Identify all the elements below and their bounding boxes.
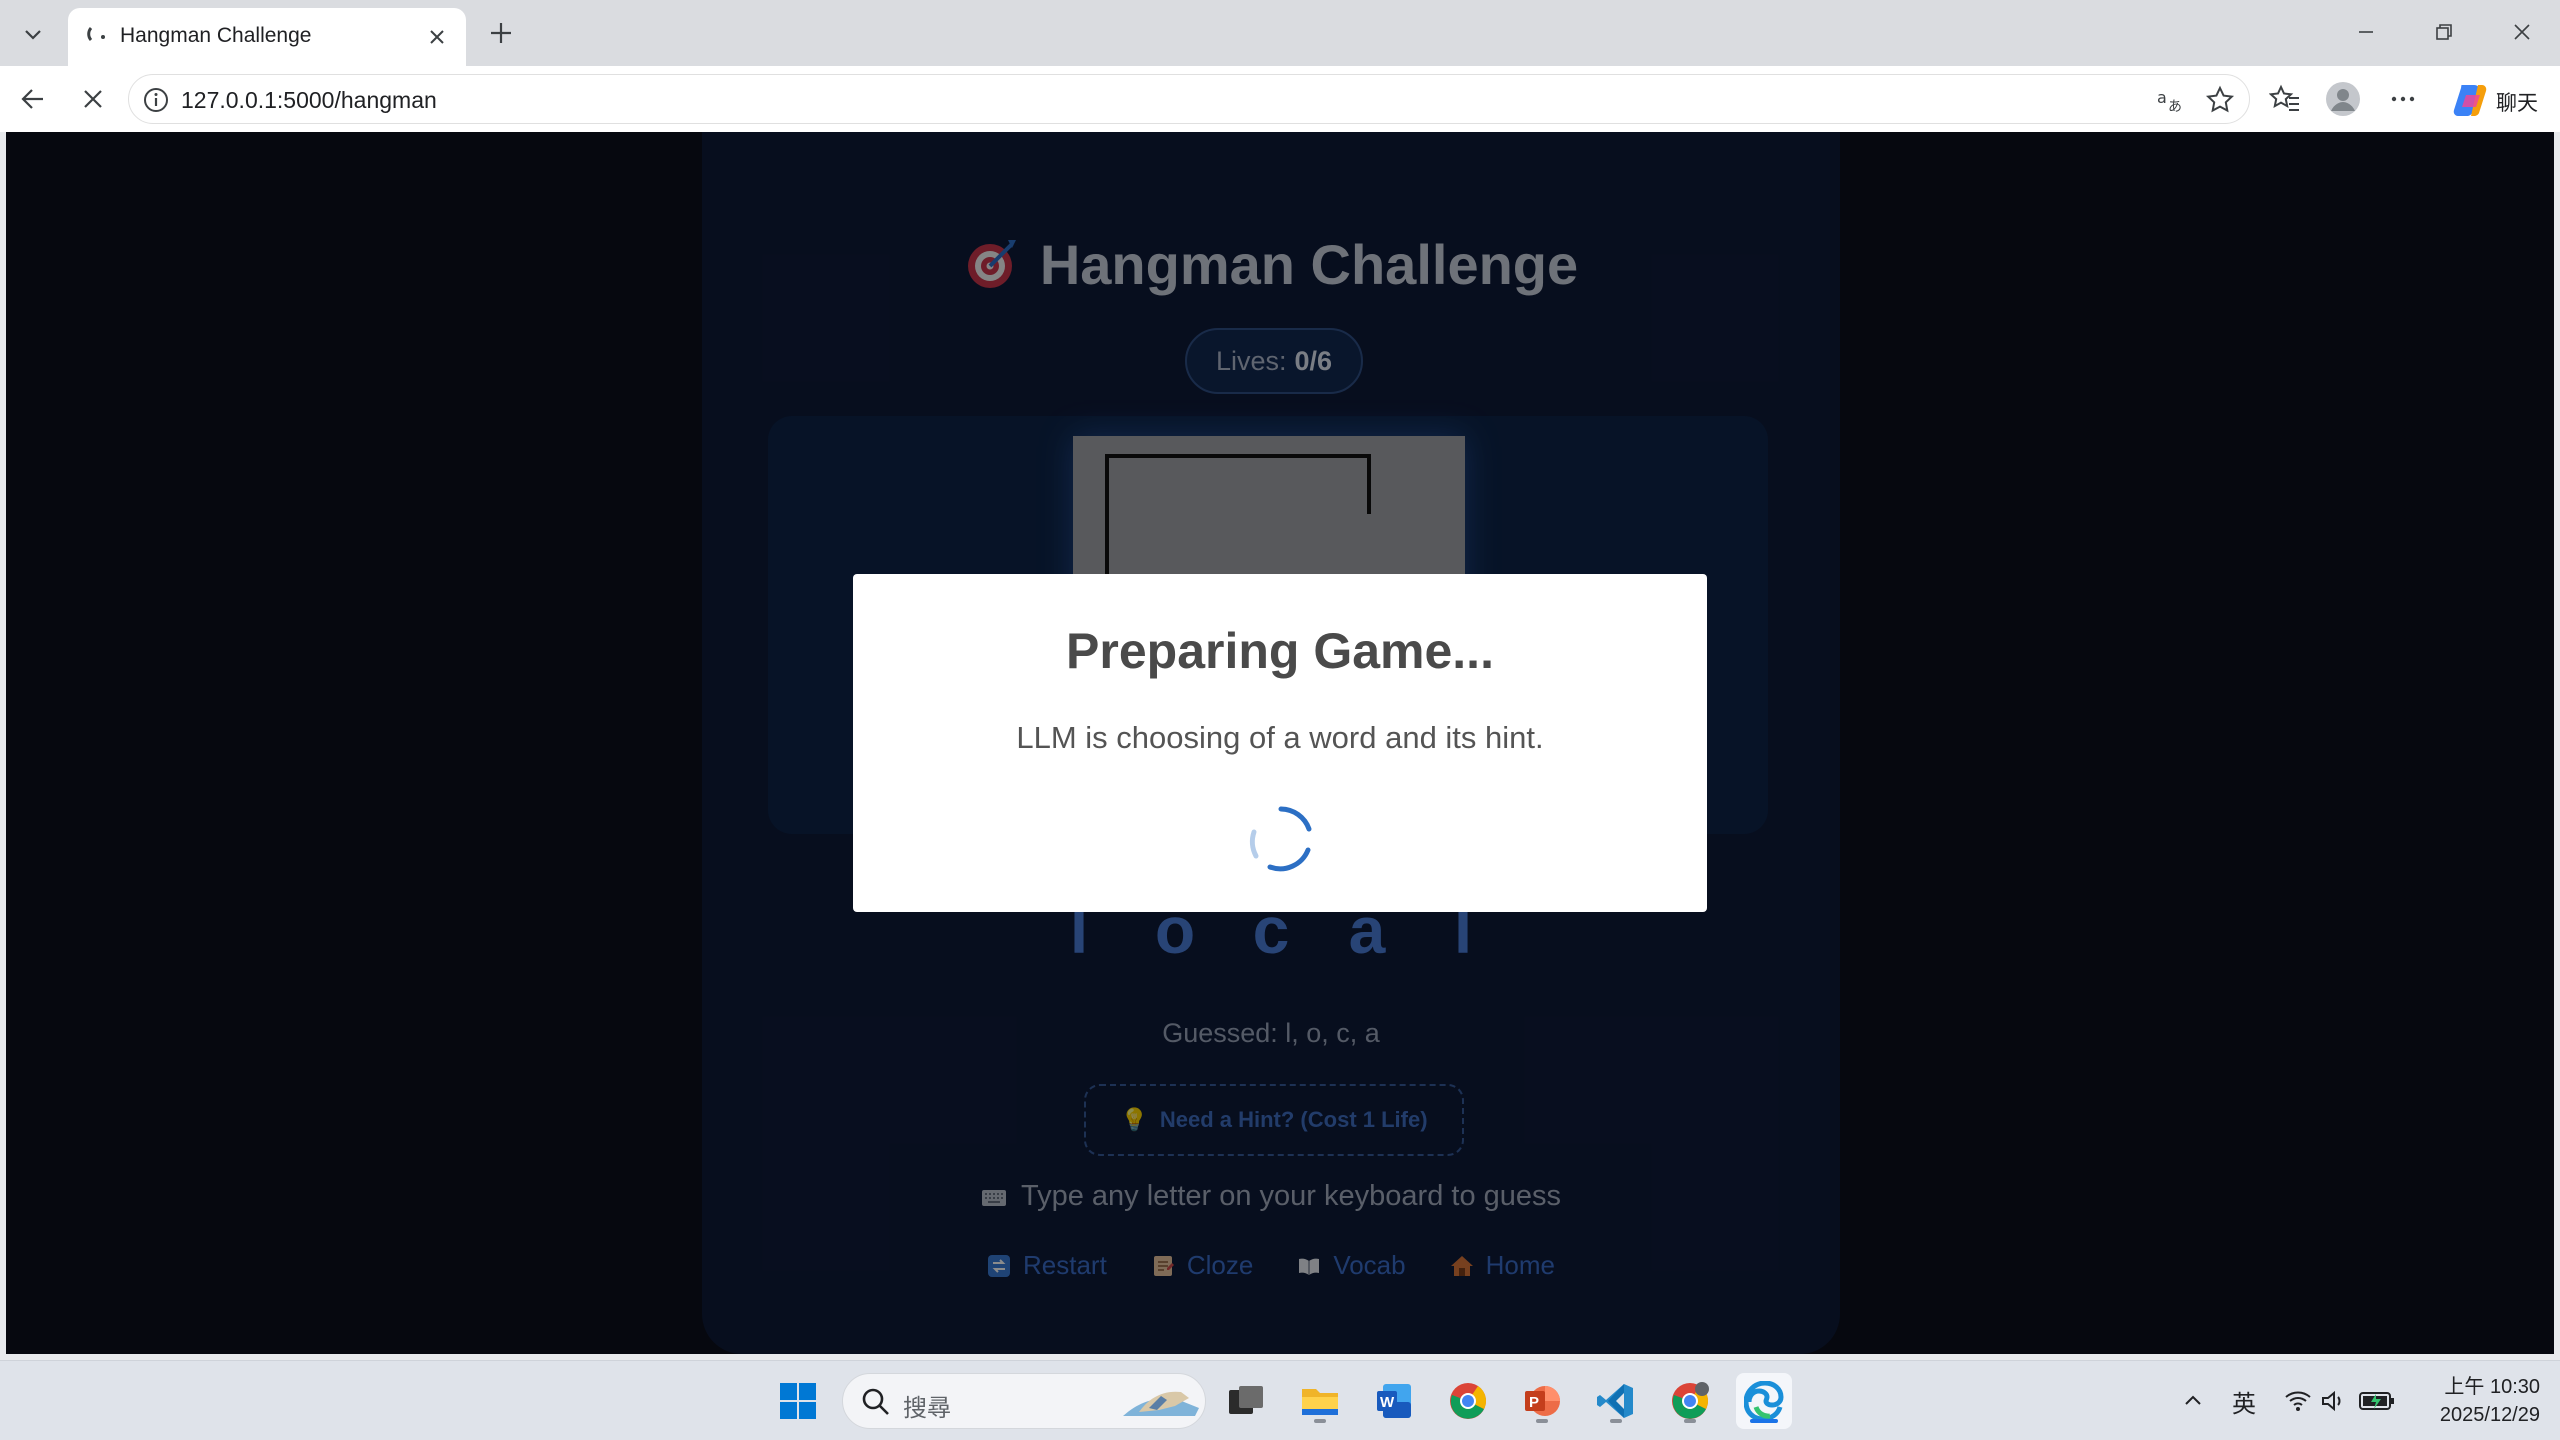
word-app[interactable]: W bbox=[1366, 1373, 1422, 1429]
task-view-button[interactable] bbox=[1218, 1373, 1274, 1429]
wifi-icon bbox=[2285, 1391, 2311, 1411]
tab-title: Hangman Challenge bbox=[120, 24, 312, 47]
svg-text:W: W bbox=[1380, 1394, 1395, 1411]
vscode-app[interactable] bbox=[1588, 1373, 1644, 1429]
info-icon[interactable] bbox=[143, 87, 169, 113]
copilot-icon bbox=[2453, 85, 2487, 116]
file-explorer-app[interactable] bbox=[1292, 1373, 1348, 1429]
minimize-button[interactable] bbox=[2336, 8, 2396, 56]
chevron-up-icon bbox=[2185, 1395, 2201, 1405]
translate-button[interactable]: aあ bbox=[2153, 83, 2187, 117]
star-icon bbox=[2205, 85, 2235, 113]
page-viewport: Hangman Challenge Lives: 0/6 l o c a l Gu… bbox=[6, 132, 2554, 1354]
svg-text:あ: あ bbox=[2168, 99, 2182, 115]
tab-bar: Hangman Challenge bbox=[0, 0, 2560, 66]
arrow-left-icon bbox=[21, 89, 43, 109]
more-menu-button[interactable] bbox=[2382, 78, 2424, 120]
translate-icon: aあ bbox=[2157, 88, 2182, 115]
favorites-button[interactable] bbox=[2264, 78, 2306, 120]
search-placeholder: 搜尋 bbox=[903, 1395, 951, 1422]
new-tab-button[interactable] bbox=[480, 12, 522, 54]
copilot-button[interactable]: 聊天 bbox=[2440, 76, 2548, 122]
battery-charging-icon bbox=[2359, 1392, 2394, 1410]
copilot-label: 聊天 bbox=[2496, 92, 2538, 115]
ime-indicator[interactable]: 英 bbox=[2226, 1383, 2262, 1419]
running-indicator bbox=[1750, 1419, 1778, 1423]
close-icon bbox=[2514, 24, 2530, 40]
chevron-down-icon bbox=[25, 30, 41, 40]
running-indicator bbox=[1684, 1419, 1696, 1423]
windows-taskbar: 搜尋 W P 英 上午 10:30 2025/12/29 bbox=[0, 1360, 2560, 1440]
profile-button[interactable] bbox=[2322, 78, 2364, 120]
folder-icon bbox=[1302, 1389, 1338, 1415]
stop-loading-button[interactable] bbox=[70, 76, 116, 122]
windows-logo-icon bbox=[780, 1383, 816, 1419]
task-view-icon bbox=[1229, 1386, 1263, 1414]
tab-list-button[interactable] bbox=[8, 10, 58, 58]
close-icon bbox=[430, 30, 444, 44]
favorite-star-button[interactable] bbox=[2203, 83, 2237, 117]
modal-title: Preparing Game... bbox=[1066, 623, 1494, 679]
loading-spinner-icon bbox=[1249, 806, 1312, 872]
taskbar-search[interactable]: 搜尋 bbox=[842, 1373, 1206, 1429]
browser-toolbar: 127.0.0.1:5000/hangman aあ 聊天 bbox=[0, 66, 2560, 132]
avatar-icon bbox=[2326, 82, 2360, 116]
volume-button[interactable] bbox=[2318, 1383, 2350, 1419]
plus-icon bbox=[491, 23, 511, 43]
search-icon bbox=[862, 1388, 889, 1415]
modal-message: LLM is choosing of a word and its hint. bbox=[1016, 720, 1544, 755]
vscode-icon bbox=[1597, 1384, 1633, 1418]
chrome-app[interactable] bbox=[1440, 1373, 1496, 1429]
favorites-icon bbox=[2269, 84, 2299, 111]
browser-tab[interactable]: Hangman Challenge bbox=[68, 8, 466, 66]
tray-overflow-button[interactable] bbox=[2178, 1383, 2208, 1419]
clock-date: 2025/12/29 bbox=[2439, 1404, 2540, 1426]
speaker-icon bbox=[2322, 1390, 2341, 1412]
close-icon bbox=[84, 90, 102, 108]
running-indicator bbox=[1610, 1419, 1622, 1423]
more-horizontal-icon bbox=[2391, 96, 2415, 102]
url-text: 127.0.0.1:5000/hangman bbox=[181, 87, 437, 113]
svg-text:a: a bbox=[2157, 88, 2167, 107]
restore-button[interactable] bbox=[2414, 8, 2474, 56]
powerpoint-app[interactable]: P bbox=[1514, 1373, 1570, 1429]
search-highlight-icon bbox=[1123, 1391, 1199, 1416]
powerpoint-icon: P bbox=[1525, 1386, 1560, 1416]
restore-icon bbox=[2436, 24, 2452, 40]
running-indicator bbox=[1536, 1419, 1548, 1423]
chrome-icon bbox=[1672, 1382, 1709, 1419]
loading-icon bbox=[87, 27, 105, 41]
minimize-icon bbox=[2359, 31, 2373, 33]
running-indicator bbox=[1314, 1419, 1326, 1423]
address-bar[interactable]: 127.0.0.1:5000/hangman aあ bbox=[128, 74, 2250, 124]
start-button[interactable] bbox=[770, 1373, 826, 1429]
word-icon: W bbox=[1377, 1384, 1411, 1418]
edge-app[interactable] bbox=[1736, 1373, 1792, 1429]
tab-close-button[interactable] bbox=[422, 22, 452, 52]
battery-button[interactable] bbox=[2356, 1383, 2398, 1419]
loading-modal: Preparing Game... LLM is choosing of a w… bbox=[853, 574, 1707, 912]
svg-text:P: P bbox=[1529, 1394, 1539, 1411]
chrome-icon bbox=[1450, 1383, 1486, 1419]
close-window-button[interactable] bbox=[2492, 8, 2552, 56]
clock-time: 上午 10:30 bbox=[2444, 1376, 2540, 1398]
back-button[interactable] bbox=[10, 76, 56, 122]
chrome-profile-app[interactable] bbox=[1662, 1373, 1718, 1429]
taskbar-clock[interactable]: 上午 10:30 2025/12/29 bbox=[2420, 1373, 2540, 1429]
wifi-button[interactable] bbox=[2280, 1383, 2316, 1419]
edge-icon bbox=[1744, 1381, 1784, 1421]
